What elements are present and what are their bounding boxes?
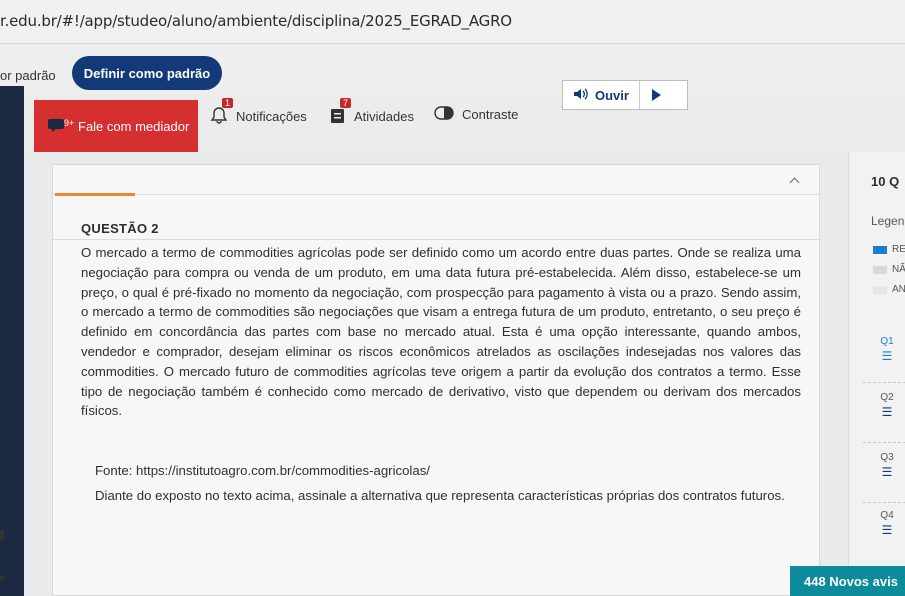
question-nav-item[interactable]: Q3 ☰ (871, 452, 903, 479)
nav-separator (863, 382, 905, 383)
legend-answered: RE (873, 244, 905, 255)
default-label: or padrão (0, 68, 56, 83)
listen-label: Ouvir (595, 87, 629, 103)
bell-icon: 1 (210, 98, 234, 127)
question-nav-label: Q3 (880, 452, 894, 463)
edge-marker (0, 576, 4, 580)
legend-label: NÃ (892, 264, 905, 275)
activities-badge: 7 (340, 98, 352, 108)
progress-accent (55, 193, 135, 196)
url-text[interactable]: r.edu.br/#!/app/studeo/aluno/ambiente/di… (0, 12, 512, 30)
question-panel: QUESTÃO 2 O mercado a termo de commoditi… (52, 164, 821, 596)
question-count: 10 Q (871, 174, 900, 189)
legend-label: RE (892, 244, 905, 255)
list-icon: ☰ (881, 405, 893, 419)
listen-button[interactable]: Ouvir (563, 81, 640, 109)
panel-header (53, 165, 821, 195)
notifications-badge: 1 (222, 98, 234, 108)
contrast-label: Contraste (462, 107, 519, 122)
contrast-toggle[interactable]: Contraste (434, 106, 518, 123)
edge-marker (0, 530, 4, 540)
legend-title: Legen (871, 214, 905, 228)
question-command: Diante do exposto no texto acima, assina… (95, 488, 785, 503)
contrast-icon (434, 106, 454, 123)
activities-button[interactable]: 7 Atividades (330, 98, 414, 127)
question-title: QUESTÃO 2 (81, 221, 159, 236)
activities-label: Atividades (354, 109, 414, 124)
question-navigator: 10 Q Legen RE NÃ AN Q1 ☰ Q2 ☰ Q3 ☰ Q4 ☰ (848, 152, 905, 596)
legend-label: AN (892, 284, 905, 295)
list-icon: ☰ (881, 523, 893, 537)
mediator-label: Fale com mediador (78, 118, 190, 134)
browser-address-bar[interactable]: r.edu.br/#!/app/studeo/aluno/ambiente/di… (0, 0, 905, 44)
list-icon: ☰ (881, 349, 893, 363)
legend-swatch (873, 265, 887, 274)
set-default-button[interactable]: Definir como padrão (72, 56, 222, 90)
left-nav-strip (0, 86, 24, 596)
question-nav-label: Q1 (880, 336, 894, 347)
question-statement: O mercado a termo de commodities agrícol… (81, 245, 801, 419)
notifications-label: Notificações (236, 109, 307, 124)
new-notices-button[interactable]: 448 Novos avis (790, 566, 905, 596)
legend-swatch (873, 245, 887, 254)
question-nav-label: Q2 (880, 392, 894, 403)
question-nav-item[interactable]: Q2 ☰ (871, 392, 903, 419)
nav-separator (863, 502, 905, 503)
question-nav-label: Q4 (880, 510, 894, 521)
play-icon[interactable] (651, 89, 661, 101)
nav-separator (863, 442, 905, 443)
talk-to-mediator-button[interactable]: 9+ Fale com mediador (34, 100, 198, 152)
speaker-icon (573, 87, 589, 104)
legend-unanswered: NÃ (873, 264, 905, 275)
preferences-bar: or padrão Definir como padrão (0, 44, 905, 94)
list-icon: ☰ (881, 465, 893, 479)
listen-control[interactable]: Ouvir (562, 80, 688, 110)
legend-swatch (873, 285, 887, 294)
divider (53, 239, 821, 240)
mediator-badge: 9+ (64, 118, 75, 128)
activities-icon: 7 (330, 98, 352, 127)
accessibility-toolbar: 9+ Fale com mediador 1 Notificações 7 At… (24, 80, 905, 152)
question-nav-item[interactable]: Q1 ☰ (871, 336, 903, 363)
question-source: Fonte: https://institutoagro.com.br/comm… (95, 463, 430, 478)
legend-annulled: AN (873, 284, 905, 295)
notifications-button[interactable]: 1 Notificações (210, 98, 307, 127)
question-nav-item[interactable]: Q4 ☰ (871, 510, 903, 537)
